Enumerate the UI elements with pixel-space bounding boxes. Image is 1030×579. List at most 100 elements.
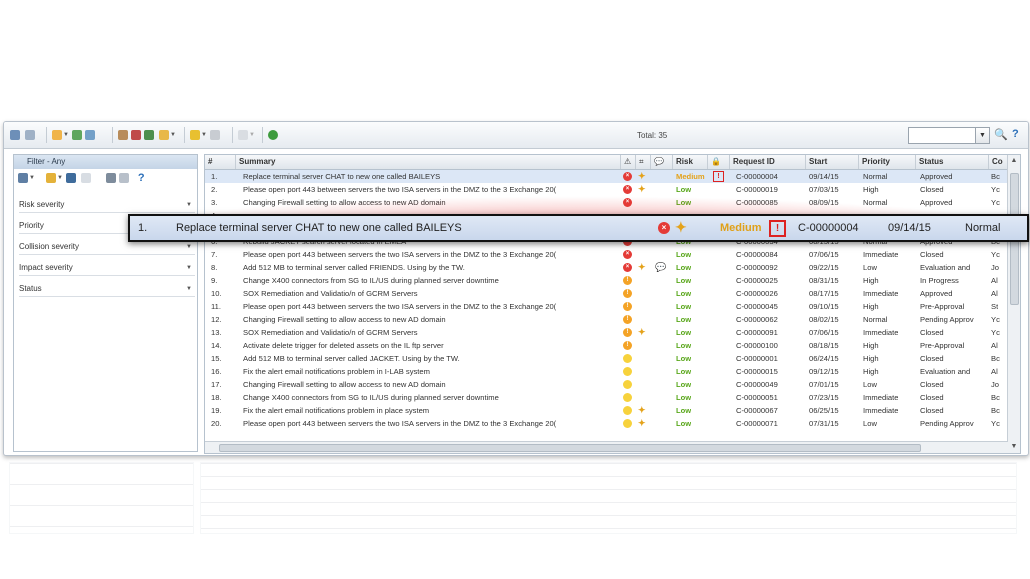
header-priority[interactable]: Priority <box>859 155 916 169</box>
row-priority: High <box>863 302 879 311</box>
table-row[interactable]: 10. SOX Remediation and Validatio/n of GC… <box>205 287 1008 300</box>
excel-icon[interactable] <box>144 130 154 140</box>
filter-row[interactable]: Collision severity ▼ <box>19 240 195 255</box>
scroll-up-icon[interactable]: ▲ <box>1008 155 1020 167</box>
row-request-id: C-00000092 <box>736 263 778 272</box>
row-request-id: C-00000084 <box>736 250 778 259</box>
table-row[interactable]: 12. Changing Firewall setting to allow ac… <box>205 313 1008 326</box>
remove-filter-icon[interactable] <box>118 173 129 183</box>
list-view-icon[interactable] <box>10 130 20 140</box>
row-number: 18. <box>211 393 222 402</box>
header-lock-icon[interactable]: 🔒 <box>708 155 730 169</box>
search-icon[interactable]: 🔍 <box>994 128 1008 141</box>
row-status: Approved <box>920 172 953 181</box>
scroll-thumb[interactable] <box>219 444 921 452</box>
filter-row[interactable]: Risk severity ▼ <box>19 198 195 213</box>
star-icon[interactable] <box>190 130 200 140</box>
vertical-scrollbar[interactable]: ▲ ▼ <box>1007 155 1020 453</box>
toolbar-separator <box>112 127 113 143</box>
table-row[interactable]: 13. SOX Remediation and Validatio/n of GC… <box>205 326 1008 339</box>
save-icon[interactable] <box>65 173 76 183</box>
toolbar-separator <box>46 127 47 143</box>
table-row[interactable]: 14. Activate delete trigger for deleted a… <box>205 339 1008 352</box>
scroll-down-icon[interactable]: ▼ <box>1008 441 1020 453</box>
row-number: 16. <box>211 367 222 376</box>
header-number[interactable]: # <box>205 155 236 169</box>
row-number: 9. <box>211 276 218 285</box>
row-start-date: 09/12/15 <box>809 367 839 376</box>
severity-orange-icon: ! <box>623 315 632 324</box>
row-request-id: C-00000001 <box>736 354 778 363</box>
chevron-down-icon[interactable]: ▼ <box>63 132 69 138</box>
table-row[interactable]: 2. Please open port 443 between servers t… <box>205 183 1008 196</box>
header-comment-icon[interactable]: 💬 <box>651 155 673 169</box>
table-row[interactable]: 15. Add 512 MB to terminal server called … <box>205 352 1008 365</box>
filter-row[interactable]: Impact severity ▼ <box>19 261 195 276</box>
table-row[interactable]: 7. Please open port 443 between servers t… <box>205 248 1008 261</box>
edit-icon[interactable] <box>45 173 56 183</box>
chevron-down-icon[interactable]: ▼ <box>29 175 35 181</box>
chevron-down-icon[interactable]: ▼ <box>186 198 192 212</box>
email-icon[interactable] <box>159 130 169 140</box>
search-dropdown-button[interactable]: ▼ <box>975 128 989 143</box>
row-number: 13. <box>211 328 222 337</box>
filter-help-icon[interactable]: ? <box>138 172 145 184</box>
filter-row[interactable]: Status ▼ <box>19 282 195 297</box>
header-impact-icon[interactable]: ⚠ <box>621 155 636 169</box>
header-request-id[interactable]: Request ID <box>730 155 806 169</box>
table-row[interactable]: 9. Change X400 connectors from SG to IL/U… <box>205 274 1008 287</box>
row-coordinator: Al <box>991 276 998 285</box>
header-start[interactable]: Start <box>806 155 859 169</box>
comment-icon[interactable]: 💬 <box>655 262 666 272</box>
filter-icon[interactable] <box>18 173 28 183</box>
help-icon[interactable]: ? <box>1012 128 1019 140</box>
row-status: Evaluation and <box>920 367 971 376</box>
collision-icon: ✦ <box>638 405 646 415</box>
change-request-window: ▼ ▼ ▼ ▼ Total: 35 ▼ 🔍 ? Filter - Any ▼ ▼… <box>3 121 1029 456</box>
severity-yellow-icon <box>623 380 632 389</box>
table-row[interactable]: 18. Change X400 connectors from SG to IL/… <box>205 391 1008 404</box>
table-row[interactable]: 11. Please open port 443 between servers … <box>205 300 1008 313</box>
horizontal-scrollbar[interactable] <box>205 441 1008 453</box>
clear-filter-icon[interactable] <box>105 173 116 183</box>
chevron-down-icon[interactable]: ▼ <box>186 282 192 296</box>
detail-view-icon[interactable] <box>25 130 35 140</box>
hierarchy-icon[interactable] <box>118 130 128 140</box>
table-row[interactable]: 17. Changing Firewall setting to allow ac… <box>205 378 1008 391</box>
header-risk[interactable]: Risk <box>673 155 708 169</box>
chevron-down-icon[interactable]: ▼ <box>186 240 192 254</box>
header-status[interactable]: Status <box>916 155 989 169</box>
table-row[interactable]: 20. Please open port 443 between servers … <box>205 417 1008 430</box>
header-collision-icon[interactable]: ⌗ <box>636 155 651 169</box>
header-coordinator[interactable]: Co <box>989 155 1008 169</box>
pdf-icon[interactable] <box>131 130 141 140</box>
chevron-down-icon[interactable]: ▼ <box>57 175 63 181</box>
row-risk: Low <box>676 354 692 363</box>
table-row[interactable]: 3. Changing Firewall setting to allow acc… <box>205 196 1008 209</box>
chevron-down-icon[interactable]: ▼ <box>201 132 207 138</box>
new-request-icon[interactable] <box>52 130 62 140</box>
row-coordinator: Al <box>991 367 998 376</box>
table-row[interactable]: 1. Replace terminal server CHAT to new on… <box>205 170 1008 183</box>
row-request-id: C-00000071 <box>736 419 778 428</box>
refresh-icon[interactable] <box>268 130 278 140</box>
table-row[interactable]: 16. Fix the alert email notifications pro… <box>205 365 1008 378</box>
callout-row-number: 1. <box>138 222 148 234</box>
row-number: 20. <box>211 419 222 428</box>
row-priority: High <box>863 354 879 363</box>
table-row[interactable]: 19. Fix the alert email notifications pro… <box>205 404 1008 417</box>
table-row[interactable]: 8. Add 512 MB to terminal server called F… <box>205 261 1008 274</box>
row-risk: Low <box>676 367 692 376</box>
row-summary: Changing Firewall setting to allow acces… <box>243 198 446 207</box>
export-icon[interactable] <box>84 130 95 140</box>
refresh-item-icon[interactable] <box>71 130 82 140</box>
header-summary[interactable]: Summary <box>236 155 621 169</box>
toolbar-favorites-group: ▼ <box>190 129 221 141</box>
row-coordinator: Al <box>991 341 998 350</box>
collision-icon: ✦ <box>638 418 646 428</box>
tag-icon[interactable] <box>209 130 220 140</box>
collision-icon: ✦ <box>638 262 646 272</box>
chevron-down-icon[interactable]: ▼ <box>186 261 192 275</box>
search-input[interactable]: ▼ <box>908 127 990 144</box>
chevron-down-icon[interactable]: ▼ <box>170 132 176 138</box>
